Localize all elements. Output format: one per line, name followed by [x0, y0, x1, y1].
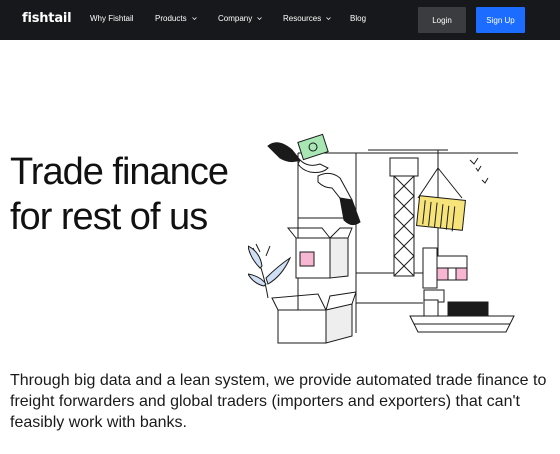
cargo-container-icon: [416, 195, 466, 232]
nav-item-label: Blog: [350, 14, 367, 23]
birds-icon: [469, 157, 489, 184]
trade-illustration: [248, 133, 518, 344]
chevron-down-icon: [257, 17, 263, 21]
hero-description: Through big data and a lean system, we p…: [10, 372, 547, 431]
shipping-box-icon: [271, 291, 357, 344]
nav-blog[interactable]: Blog: [350, 14, 366, 23]
plant-icon: [248, 243, 292, 299]
nav-resources[interactable]: Resources: [283, 14, 332, 23]
nav-item-label: Products: [155, 14, 187, 23]
top-navbar: fishtail Why Fishtail Products Company R…: [0, 0, 560, 40]
signup-button[interactable]: Sign Up: [476, 7, 525, 33]
hero-title-line-1: Trade finance: [10, 151, 229, 193]
nav-item-label: Resources: [283, 14, 322, 23]
login-button[interactable]: Login: [418, 7, 466, 33]
cargo-ship-icon: [409, 299, 515, 333]
fishtail-logo[interactable]: fishtail: [22, 11, 72, 26]
chevron-down-icon: [191, 17, 197, 21]
hero-title: Trade finance for rest of us: [10, 150, 250, 240]
nav-products[interactable]: Products: [155, 14, 197, 23]
container-stack-icon: [422, 247, 468, 303]
nav-item-label: Company: [218, 14, 253, 23]
nav-company[interactable]: Company: [218, 14, 263, 23]
hand-icon: [317, 172, 361, 226]
chevron-down-icon: [326, 17, 332, 21]
hero-title-line-2: for rest of us: [10, 196, 208, 238]
nav-item-label: Why Fishtail: [90, 14, 134, 23]
nav-why-fishtail[interactable]: Why Fishtail: [90, 14, 134, 23]
